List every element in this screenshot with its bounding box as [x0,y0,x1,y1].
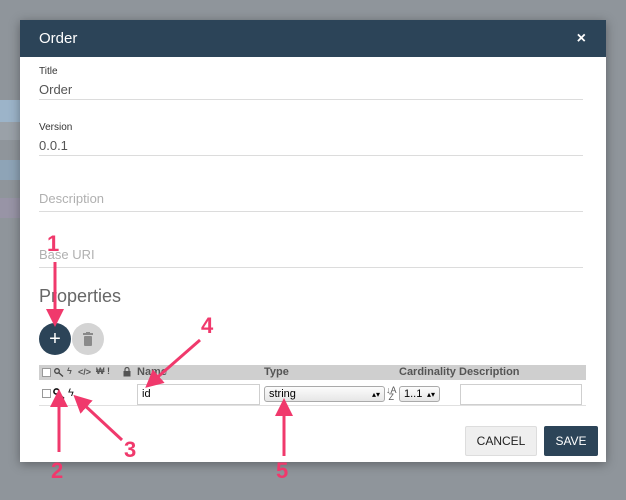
annotation-label: 3 [124,437,137,462]
annotation-label: 1 [47,231,60,256]
annotation-overlay [46,262,293,456]
annotation-arrow [73,394,124,442]
annotation-label: 5 [276,458,289,483]
annotation-label: 4 [201,313,214,338]
annotation-arrow [145,338,201,388]
annotation-label: 2 [51,458,64,483]
